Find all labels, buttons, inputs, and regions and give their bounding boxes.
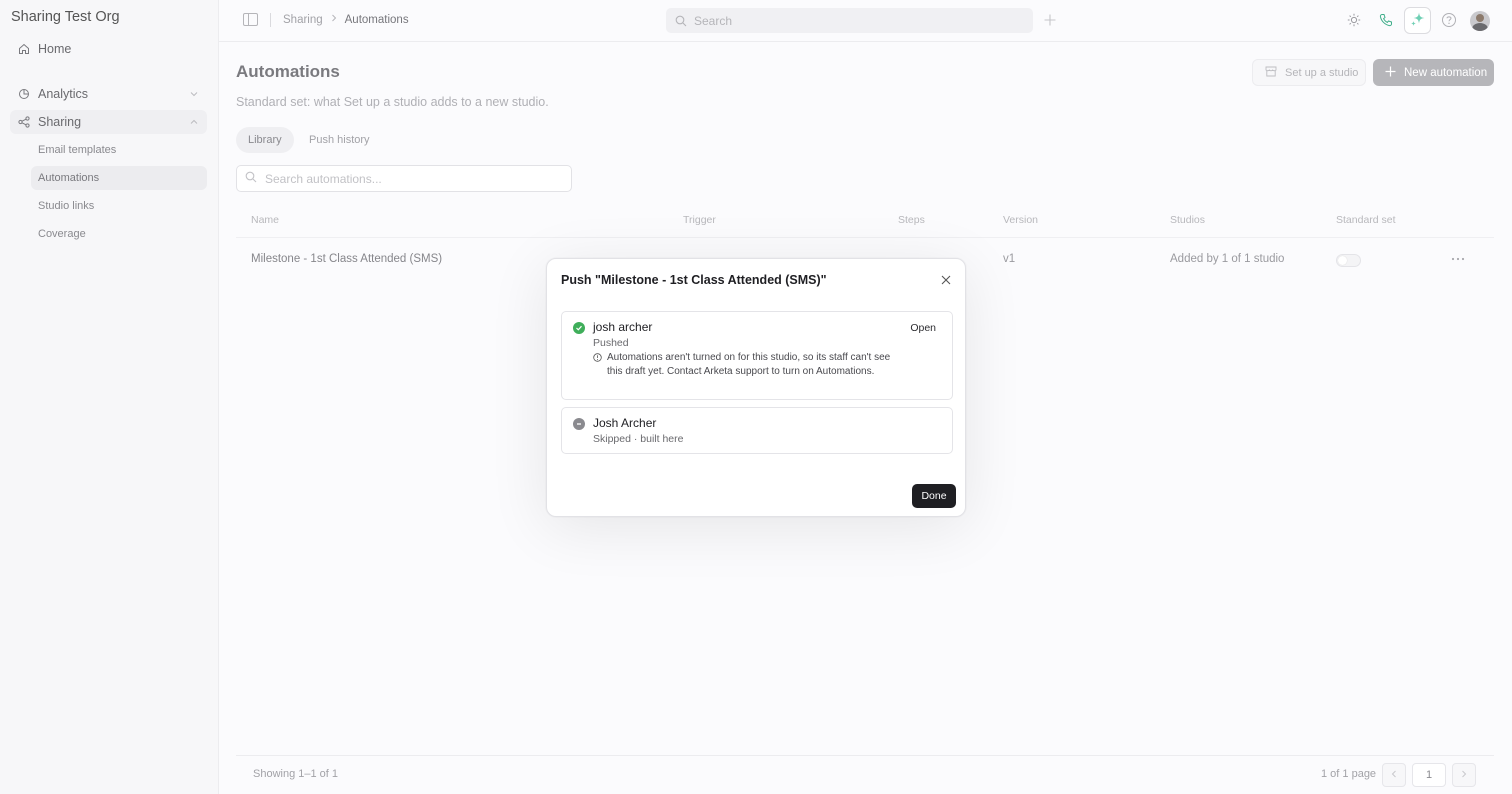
search-icon xyxy=(245,171,257,186)
sidebar-item-label: Sharing xyxy=(38,115,82,129)
result-status: Pushed xyxy=(593,337,629,349)
next-page-button[interactable] xyxy=(1452,763,1476,787)
info-icon xyxy=(593,353,602,362)
search-automations-input[interactable]: Search automations... xyxy=(236,165,572,192)
plus-icon xyxy=(1385,66,1396,80)
org-name[interactable]: Sharing Test Org xyxy=(11,9,120,25)
sidebar-item-automations[interactable]: Automations xyxy=(31,166,207,190)
page-subtitle: Standard set: what Set up a studio adds … xyxy=(236,95,549,109)
more-options-icon[interactable] xyxy=(1450,251,1466,267)
dialog-title: Push "Milestone - 1st Class Attended (SM… xyxy=(561,273,827,287)
sidebar-item-home[interactable]: Home xyxy=(10,37,207,61)
chevron-up-icon xyxy=(189,116,199,126)
column-header-trigger[interactable]: Trigger xyxy=(683,214,716,226)
sidebar-item-analytics[interactable]: Analytics xyxy=(10,82,207,106)
new-automation-button[interactable]: New automation xyxy=(1373,59,1494,86)
prev-page-button[interactable] xyxy=(1382,763,1406,787)
open-button[interactable]: Open xyxy=(910,322,936,334)
page-info: 1 of 1 page xyxy=(1321,768,1377,780)
chevron-left-icon xyxy=(1390,768,1398,782)
sidebar-item-label: Analytics xyxy=(38,87,89,101)
home-icon xyxy=(18,43,30,55)
table-header-divider xyxy=(236,237,1494,238)
add-icon[interactable] xyxy=(1043,11,1057,29)
result-studio-name: Josh Archer xyxy=(593,416,657,430)
chevron-right-icon xyxy=(1460,768,1468,782)
column-header-version[interactable]: Version xyxy=(1003,214,1038,226)
current-page-input[interactable]: 1 xyxy=(1412,763,1446,787)
footer-divider xyxy=(236,755,1494,756)
sidebar-item-studio-links[interactable]: Studio links xyxy=(31,194,207,218)
breadcrumb-current: Automations xyxy=(344,13,409,26)
push-result-item: josh archer Pushed Open Automations aren… xyxy=(561,311,953,400)
warning-text: Automations aren't turned on for this st… xyxy=(607,352,891,377)
minus-circle-icon xyxy=(573,418,585,430)
topbar: Sharing Automations Search xyxy=(219,0,1512,42)
divider xyxy=(270,13,271,27)
breadcrumb-sharing[interactable]: Sharing xyxy=(283,14,323,26)
sidebar-item-sharing[interactable]: Sharing xyxy=(10,110,207,134)
page-title: Automations xyxy=(236,62,340,81)
column-header-studios[interactable]: Studios xyxy=(1170,214,1205,226)
sparkle-icon xyxy=(1410,11,1426,30)
sidebar: Sharing Test Org Home Analytics Sharing … xyxy=(0,0,219,794)
sidebar-item-email-templates[interactable]: Email templates xyxy=(31,138,207,162)
set-up-studio-button[interactable]: Set up a studio xyxy=(1252,59,1366,86)
tab-library[interactable]: Library xyxy=(236,127,294,153)
sidebar-item-label: Home xyxy=(38,42,72,56)
result-warning: Automations aren't turned on for this st… xyxy=(593,351,898,379)
analytics-icon xyxy=(18,88,30,100)
search-placeholder: Search xyxy=(694,13,733,28)
search-icon xyxy=(675,15,687,27)
column-header-steps[interactable]: Steps xyxy=(898,214,925,226)
column-header-name[interactable]: Name xyxy=(251,214,279,226)
sidebar-toggle-icon[interactable] xyxy=(243,13,258,26)
tab-push-history[interactable]: Push history xyxy=(297,127,382,153)
share-icon xyxy=(18,116,30,128)
breadcrumb: Sharing Automations xyxy=(283,13,409,26)
phone-icon[interactable] xyxy=(1377,11,1395,29)
check-circle-icon xyxy=(573,322,585,334)
push-result-dialog: Push "Milestone - 1st Class Attended (SM… xyxy=(546,258,966,517)
row-studios: Added by 1 of 1 studio xyxy=(1170,253,1285,265)
search-automations-placeholder: Search automations... xyxy=(265,171,382,186)
sun-icon[interactable] xyxy=(1345,11,1363,29)
new-automation-label: New automation xyxy=(1404,66,1488,79)
column-header-standard-set[interactable]: Standard set xyxy=(1336,214,1396,226)
result-studio-name: josh archer xyxy=(593,320,653,334)
help-icon[interactable] xyxy=(1440,11,1458,29)
row-version: v1 xyxy=(1003,253,1016,265)
row-name[interactable]: Milestone - 1st Class Attended (SMS) xyxy=(251,253,442,265)
search-input[interactable]: Search xyxy=(666,8,1033,33)
set-up-studio-label: Set up a studio xyxy=(1285,66,1359,79)
chevron-right-icon xyxy=(330,13,338,26)
avatar[interactable] xyxy=(1470,11,1490,31)
sidebar-item-coverage[interactable]: Coverage xyxy=(31,222,207,246)
close-icon[interactable] xyxy=(939,273,953,287)
chevron-down-icon xyxy=(189,88,199,98)
push-result-item: Josh Archer Skipped · built here xyxy=(561,407,953,454)
showing-count: Showing 1–1 of 1 xyxy=(253,768,339,780)
result-status: Skipped · built here xyxy=(593,433,684,445)
ai-sparkle-button[interactable] xyxy=(1404,7,1431,34)
done-button[interactable]: Done xyxy=(912,484,956,508)
store-icon xyxy=(1265,66,1277,80)
standard-set-toggle[interactable] xyxy=(1336,254,1361,267)
